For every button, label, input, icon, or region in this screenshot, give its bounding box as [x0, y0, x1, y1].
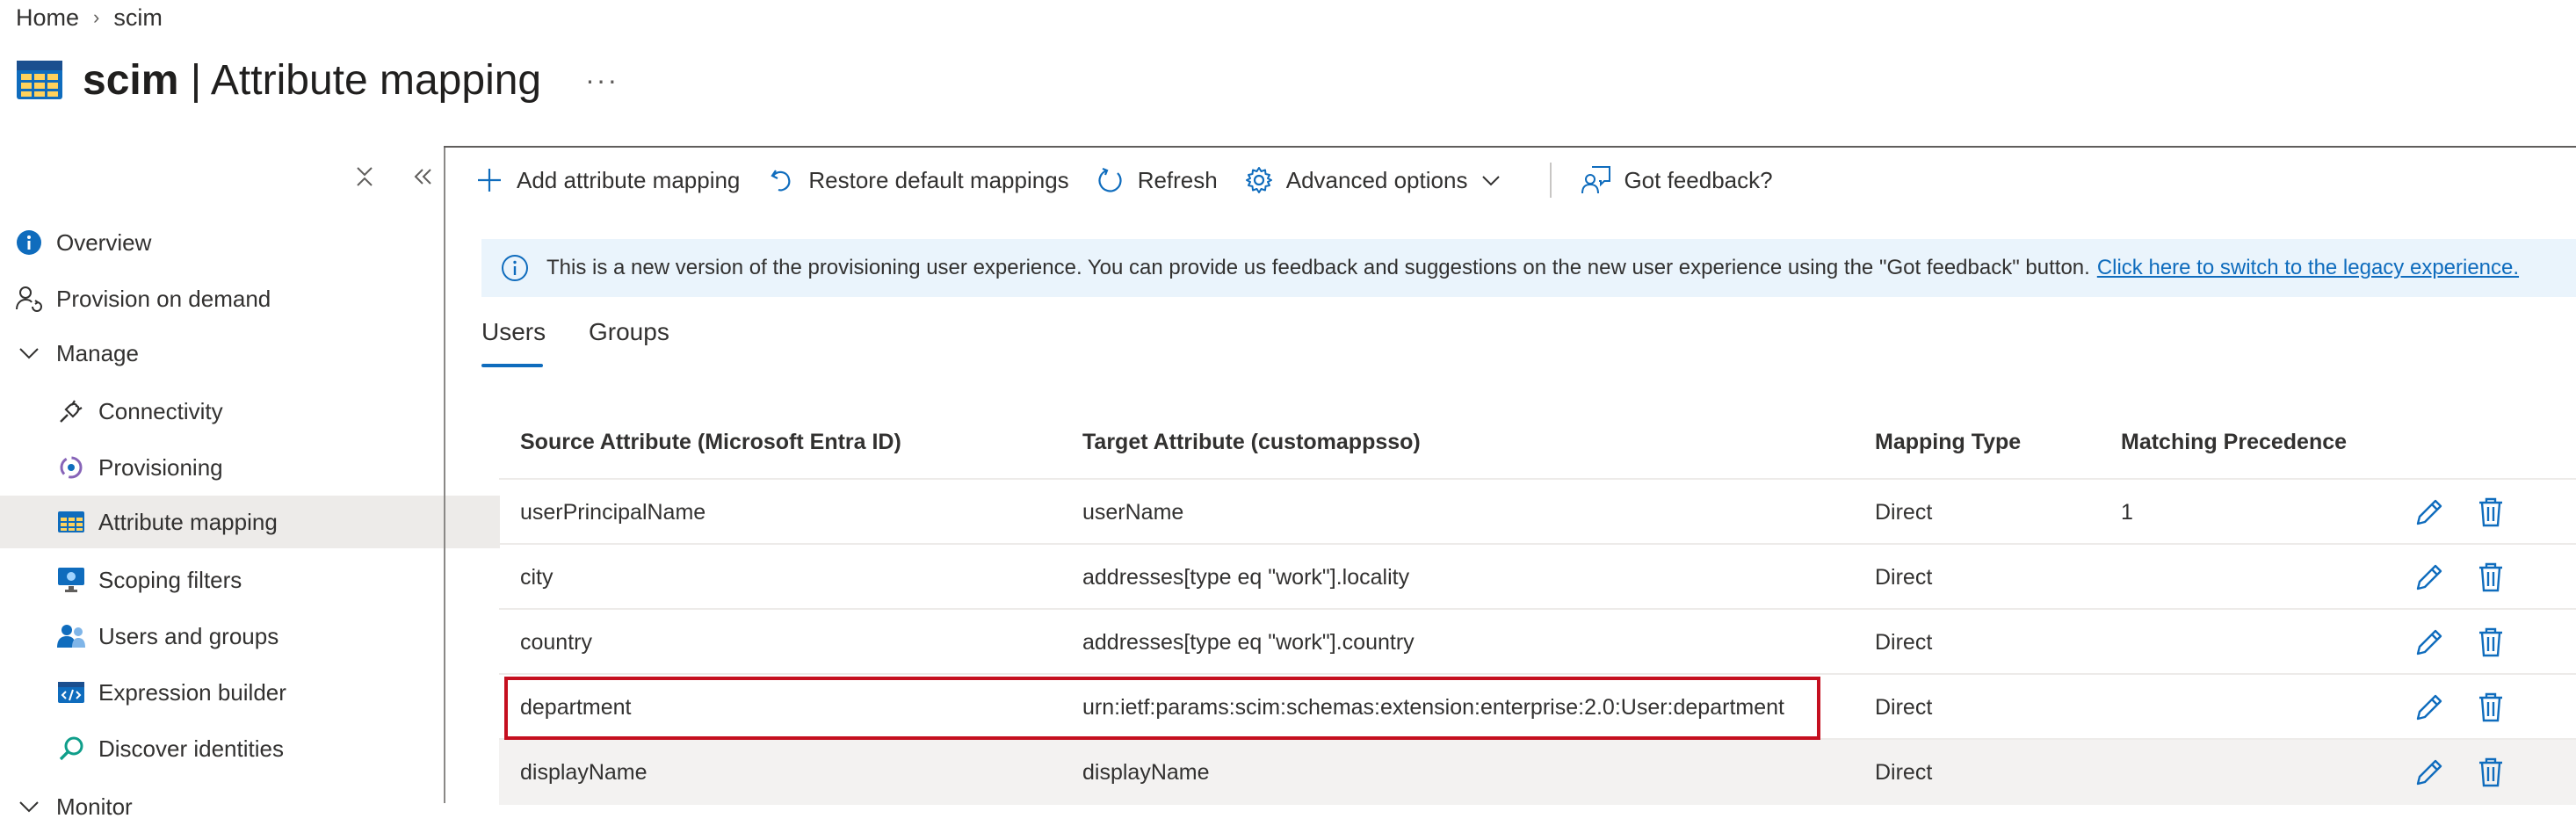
content-top-border [444, 146, 2576, 148]
target-attribute-cell: urn:ietf:params:scim:schemas:extension:e… [1082, 694, 1784, 720]
sidebar-group-manage[interactable]: Manage [0, 327, 458, 380]
search-icon [56, 734, 86, 764]
sidebar-item-expression-builder[interactable]: Expression builder [0, 666, 500, 719]
table-app-icon [17, 61, 62, 99]
sidebar-item-overview[interactable]: Overview [0, 216, 458, 269]
switch-legacy-link[interactable]: Click here to switch to the legacy exper… [2097, 256, 2519, 280]
breadcrumb-current[interactable]: scim [113, 4, 163, 32]
source-attribute-cell: city [520, 564, 554, 590]
code-icon [56, 677, 86, 707]
source-attribute-cell: userPrincipalName [520, 499, 706, 525]
refresh-icon [1096, 165, 1125, 195]
mapping-type-cell: Direct [1875, 564, 1933, 590]
undo-icon [766, 165, 796, 195]
edit-icon[interactable] [2413, 691, 2446, 724]
feedback-icon [1581, 165, 1611, 195]
sidebar-item-provision-on-demand[interactable]: Provision on demand [0, 272, 458, 325]
mapping-type-cell: Direct [1875, 499, 1933, 525]
command-bar: Add attribute mapping Restore default ma… [474, 153, 1799, 207]
provisioning-icon [56, 453, 86, 482]
column-header-target[interactable]: Target Attribute (customappsso) [1082, 413, 1421, 471]
source-attribute-cell: country [520, 629, 592, 655]
table-row[interactable]: country addresses[type eq "work"].countr… [499, 608, 2576, 675]
delete-icon[interactable] [2474, 756, 2507, 789]
sidebar-group-monitor[interactable]: Monitor [0, 780, 458, 833]
more-options-button[interactable]: ··· [585, 64, 619, 97]
gear-icon [1244, 165, 1274, 195]
sidebar-item-discover-identities[interactable]: Discover identities [0, 722, 500, 775]
matching-precedence-cell: 1 [2121, 499, 2133, 525]
table-row[interactable]: city addresses[type eq "work"].locality … [499, 543, 2576, 610]
sidebar-item-provisioning[interactable]: Provisioning [0, 441, 500, 494]
info-banner: This is a new version of the provisionin… [481, 239, 2576, 297]
mapping-type-cell: Direct [1875, 694, 1933, 720]
sidebar-divider [444, 146, 445, 803]
chevron-down-icon [14, 338, 44, 368]
restore-default-mappings-button[interactable]: Restore default mappings [766, 165, 1069, 195]
sidebar-item-attribute-mapping[interactable]: Attribute mapping [0, 496, 500, 548]
table-row[interactable]: displayName displayName Direct [499, 738, 2576, 805]
breadcrumb-separator: › [93, 6, 100, 28]
source-attribute-cell: department [520, 694, 632, 720]
refresh-button[interactable]: Refresh [1096, 165, 1218, 195]
edit-icon[interactable] [2413, 756, 2446, 789]
column-header-source[interactable]: Source Attribute (Microsoft Entra ID) [520, 413, 901, 471]
table-icon [56, 507, 86, 537]
sidebar-item-scoping-filters[interactable]: Scoping filters [0, 554, 500, 606]
page-title: scim | Attribute mapping [83, 56, 542, 104]
banner-text: This is a new version of the provisionin… [546, 256, 2090, 279]
tab-active-indicator [481, 364, 543, 367]
mapping-type-cell: Direct [1875, 629, 1933, 655]
breadcrumb: Home › scim [16, 0, 163, 35]
column-header-mapping-type[interactable]: Mapping Type [1875, 413, 2021, 471]
sidebar-item-connectivity[interactable]: Connectivity [0, 385, 500, 438]
delete-icon[interactable] [2474, 626, 2507, 659]
target-attribute-cell: addresses[type eq "work"].country [1082, 629, 1415, 655]
page-header: scim | Attribute mapping ··· [16, 49, 619, 111]
breadcrumb-home-link[interactable]: Home [16, 4, 79, 32]
info-icon [14, 228, 44, 257]
got-feedback-button[interactable]: Got feedback? [1581, 165, 1773, 195]
target-attribute-cell: addresses[type eq "work"].locality [1082, 564, 1410, 590]
delete-icon[interactable] [2474, 496, 2507, 529]
info-outline-icon [501, 254, 529, 282]
delete-icon[interactable] [2474, 561, 2507, 594]
sidebar-item-users-and-groups[interactable]: Users and groups [0, 610, 500, 663]
chevron-down-icon [1476, 165, 1506, 195]
tab-users[interactable]: Users [481, 318, 546, 364]
source-attribute-cell: displayName [520, 759, 648, 785]
table-row[interactable]: department urn:ietf:params:scim:schemas:… [499, 673, 2576, 740]
add-icon [474, 165, 504, 195]
people-icon [56, 621, 86, 651]
target-attribute-cell: displayName [1082, 759, 1210, 785]
edit-icon[interactable] [2413, 626, 2446, 659]
toolbar-divider [1550, 163, 1552, 198]
person-sync-icon [14, 284, 44, 314]
sidebar: Overview Provision on demand Manage Conn… [0, 149, 500, 820]
table-row[interactable]: userPrincipalName userName Direct 1 [499, 478, 2576, 545]
tab-groups[interactable]: Groups [589, 318, 669, 364]
column-header-matching-precedence[interactable]: Matching Precedence [2121, 413, 2347, 471]
mapping-type-cell: Direct [1875, 759, 1933, 785]
chevron-down-icon [14, 792, 44, 822]
edit-icon[interactable] [2413, 561, 2446, 594]
plug-icon [56, 396, 86, 426]
add-attribute-mapping-button[interactable]: Add attribute mapping [474, 165, 740, 195]
advanced-options-dropdown[interactable]: Advanced options [1244, 165, 1519, 195]
edit-icon[interactable] [2413, 496, 2446, 529]
delete-icon[interactable] [2474, 691, 2507, 724]
monitor-icon [56, 565, 86, 595]
target-attribute-cell: userName [1082, 499, 1184, 525]
